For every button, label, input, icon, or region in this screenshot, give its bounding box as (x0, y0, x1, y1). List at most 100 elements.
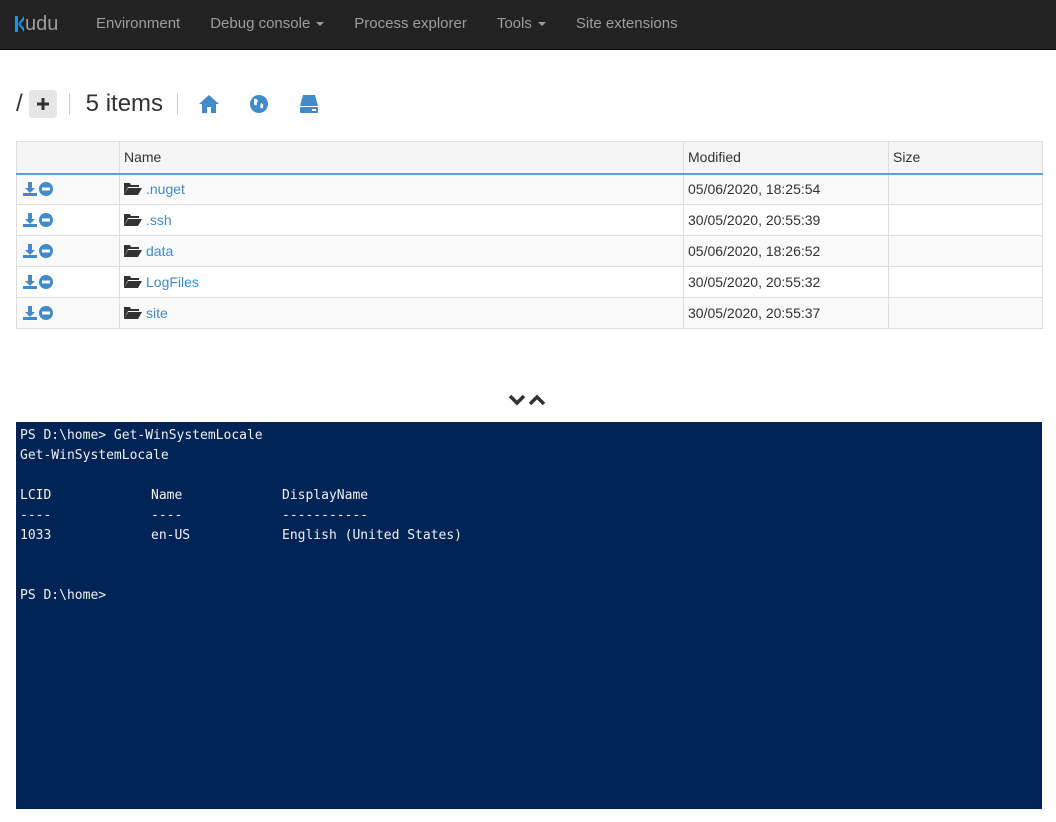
nav-site-extensions[interactable]: Site extensions (561, 0, 693, 50)
drive-button[interactable] (298, 93, 320, 115)
folder-open-icon (124, 214, 142, 226)
top-navbar: udu Environment Debug console Process ex… (0, 0, 1056, 50)
current-path: / (16, 90, 23, 117)
row-size (888, 235, 1043, 267)
console-prompt: PS D:\home> (20, 588, 107, 603)
modified-header[interactable]: Modified (683, 141, 889, 175)
home-button[interactable] (198, 93, 220, 115)
nav-menu: Environment Debug console Process explor… (81, 0, 693, 50)
download-button[interactable] (23, 275, 37, 289)
download-icon (23, 244, 37, 258)
col-value-name: en-US (151, 528, 191, 543)
row-actions (16, 235, 120, 267)
kudu-logo-icon (15, 16, 24, 32)
col-value-displayname: English (United States) (282, 528, 463, 543)
globe-button[interactable] (248, 93, 270, 115)
console-header-row: LCID Name DisplayName (20, 488, 1038, 508)
console-command-line: PS D:\home> Get-WinSystemLocale (20, 428, 263, 443)
folder-link[interactable]: site (146, 305, 168, 321)
console-echo-line: Get-WinSystemLocale (20, 448, 169, 463)
caret-down-icon (316, 22, 325, 27)
download-icon (23, 275, 37, 289)
console-dash-row: ---- ---- ----------- (20, 508, 1038, 528)
delete-icon (39, 182, 53, 197)
col-header-name: Name (151, 488, 183, 503)
col-dash-lcid: ---- (20, 508, 52, 523)
delete-button[interactable] (39, 275, 53, 289)
divider (177, 93, 179, 115)
folder-open-icon (124, 183, 142, 196)
row-modified: 30/05/2020, 20:55:37 (683, 297, 889, 329)
new-item-button[interactable] (28, 90, 57, 118)
brand-text: udu (25, 13, 59, 35)
file-toolbar: / 5 items (16, 87, 320, 121)
nav-environment[interactable]: Environment (81, 0, 195, 50)
folder-open-icon (124, 276, 142, 288)
download-icon (23, 182, 37, 197)
row-name-cell: site (119, 297, 684, 329)
caret-down-icon (537, 22, 546, 27)
delete-icon (39, 306, 53, 320)
nav-tools[interactable]: Tools (482, 0, 561, 50)
divider (68, 93, 70, 115)
row-actions (16, 266, 120, 298)
drive-icon (300, 95, 319, 113)
delete-button[interactable] (39, 306, 53, 320)
delete-button[interactable] (39, 213, 53, 227)
col-dash-name: ---- (151, 508, 183, 523)
download-button[interactable] (23, 182, 37, 197)
delete-button[interactable] (39, 244, 53, 258)
console-resize-controls (508, 392, 550, 408)
col-header-lcid: LCID (20, 488, 52, 503)
row-size (888, 297, 1043, 329)
col-dash-displayname: ----------- (282, 508, 369, 523)
table-header-row: Name Modified Size (16, 141, 1043, 175)
download-icon (23, 306, 37, 320)
delete-icon (39, 244, 53, 258)
powershell-console[interactable]: PS D:\home> Get-WinSystemLocale Get-WinS… (16, 422, 1042, 809)
chevron-up-icon[interactable] (528, 394, 546, 406)
size-header[interactable]: Size (888, 141, 1043, 175)
row-name-cell: .nuget (119, 173, 684, 205)
row-modified: 30/05/2020, 20:55:39 (683, 204, 889, 236)
folder-link[interactable]: data (146, 243, 173, 259)
download-button[interactable] (23, 213, 37, 227)
row-name-cell: LogFiles (119, 266, 684, 298)
items-count: 5 items (85, 90, 164, 117)
row-actions (16, 297, 120, 329)
plus-icon (36, 98, 49, 110)
chevron-down-icon[interactable] (508, 394, 526, 406)
folder-open-icon (124, 307, 142, 319)
row-actions (16, 204, 120, 236)
nav-process-explorer[interactable]: Process explorer (339, 0, 482, 50)
table-row: .ssh 30/05/2020, 20:55:39 (16, 204, 1043, 236)
delete-icon (39, 275, 53, 289)
folder-link[interactable]: .ssh (146, 212, 172, 228)
col-header-displayname: DisplayName (282, 488, 369, 503)
actions-header (16, 141, 120, 175)
kudu-brand[interactable]: udu (15, 11, 58, 37)
download-button[interactable] (23, 244, 37, 258)
row-actions (16, 173, 120, 205)
folder-link[interactable]: LogFiles (146, 274, 199, 290)
row-modified: 05/06/2020, 18:26:52 (683, 235, 889, 267)
row-modified: 05/06/2020, 18:25:54 (683, 173, 889, 205)
nav-debug-console[interactable]: Debug console (195, 0, 339, 50)
delete-icon (39, 213, 53, 227)
folder-link[interactable]: .nuget (146, 181, 185, 197)
globe-icon (250, 95, 269, 113)
delete-button[interactable] (39, 182, 53, 197)
row-size (888, 266, 1043, 298)
table-row: LogFiles 30/05/2020, 20:55:32 (16, 266, 1043, 298)
home-icon (199, 95, 220, 113)
name-header[interactable]: Name (119, 141, 684, 175)
row-modified: 30/05/2020, 20:55:32 (683, 266, 889, 298)
row-size (888, 173, 1043, 205)
file-list-table: Name Modified Size .nuget 05/06/2020, 18:… (16, 141, 1043, 329)
download-button[interactable] (23, 306, 37, 320)
table-row: data 05/06/2020, 18:26:52 (16, 235, 1043, 267)
row-name-cell: .ssh (119, 204, 684, 236)
